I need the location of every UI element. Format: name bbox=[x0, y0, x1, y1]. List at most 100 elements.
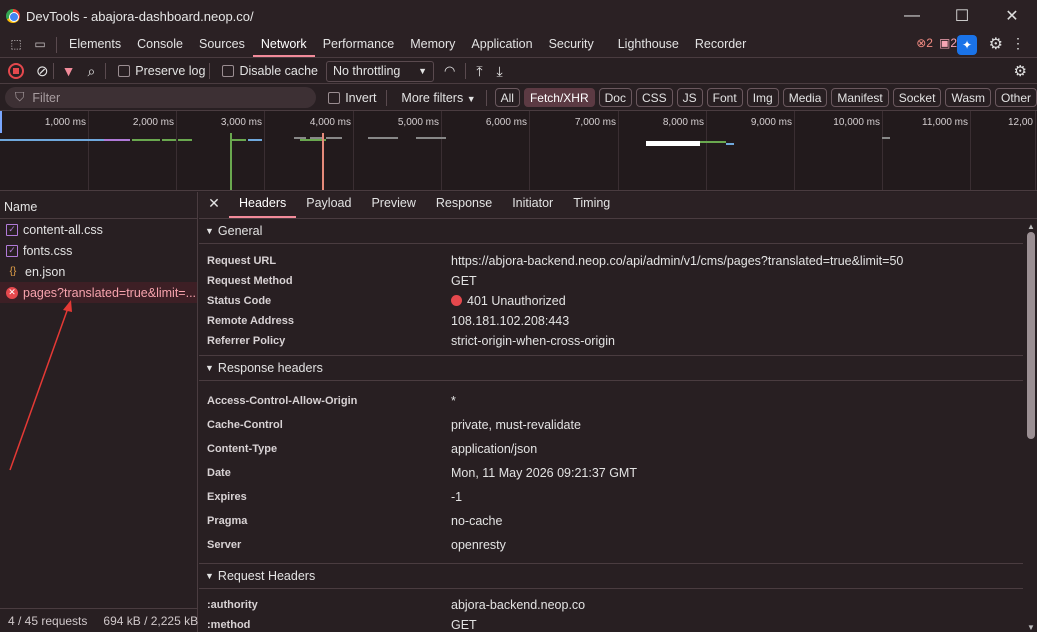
header-row: Referrer Policy strict-origin-when-cross-… bbox=[199, 331, 1023, 351]
maximize-button[interactable]: ☐ bbox=[937, 0, 987, 32]
invert-checkbox[interactable]: Invert bbox=[328, 91, 376, 105]
ai-assistance-icon[interactable]: ✦ bbox=[957, 35, 977, 55]
details-tab-initiator[interactable]: Initiator bbox=[502, 196, 563, 218]
header-key: Referrer Policy bbox=[207, 335, 286, 347]
response-headers-section-header[interactable]: ▼ Response headers bbox=[199, 356, 1023, 381]
request-name: content-all.css bbox=[23, 222, 103, 237]
import-har-icon[interactable]: ⤒ bbox=[476, 63, 482, 80]
request-row[interactable]: {} en.json bbox=[0, 261, 197, 282]
panel-tab-elements[interactable]: Elements bbox=[61, 31, 129, 57]
record-stop-icon[interactable] bbox=[8, 63, 24, 79]
header-value[interactable]: 108.181.102.208:443 bbox=[451, 314, 569, 328]
header-key: Status Code bbox=[207, 295, 272, 307]
type-filter-fetch-xhr[interactable]: Fetch/XHR bbox=[523, 88, 595, 107]
export-har-icon[interactable]: ⤓ bbox=[497, 63, 503, 80]
inspect-element-icon[interactable]: ⬚ bbox=[4, 31, 28, 57]
disable-cache-checkbox[interactable]: Disable cache bbox=[222, 64, 318, 78]
header-value[interactable]: https://abjora-backend.neop.co/api/admin… bbox=[451, 254, 903, 268]
header-value[interactable]: GET bbox=[451, 274, 477, 288]
general-section-header[interactable]: ▼ General bbox=[199, 219, 1023, 244]
details-scrollbar[interactable]: ▲ ▼ bbox=[1027, 222, 1035, 632]
type-filter-js[interactable]: JS bbox=[676, 88, 703, 107]
header-value[interactable]: private, must-revalidate bbox=[451, 418, 581, 432]
timeline-marker bbox=[322, 133, 324, 190]
request-row[interactable]: ✓ content-all.css bbox=[0, 219, 197, 240]
timeline-gridline bbox=[353, 111, 354, 190]
timeline-gridline bbox=[706, 111, 707, 190]
header-value[interactable]: Mon, 11 May 2026 09:21:37 GMT bbox=[451, 466, 637, 480]
type-filter-all[interactable]: All bbox=[494, 88, 520, 107]
filter-input[interactable]: ⛉ Filter bbox=[5, 87, 317, 108]
type-filter-manifest[interactable]: Manifest bbox=[831, 88, 889, 107]
type-filter-font[interactable]: Font bbox=[706, 88, 743, 107]
preserve-log-checkbox[interactable]: Preserve log bbox=[118, 64, 205, 78]
timeline-bar bbox=[416, 137, 446, 139]
more-filters-dropdown[interactable]: More filters ▼ bbox=[401, 91, 475, 105]
header-value[interactable]: -1 bbox=[451, 490, 462, 504]
type-filter-socket[interactable]: Socket bbox=[892, 88, 942, 107]
settings-gear-icon[interactable]: ⚙ bbox=[989, 34, 1003, 54]
details-tab-payload[interactable]: Payload bbox=[296, 196, 361, 218]
search-icon[interactable]: ⌕ bbox=[87, 63, 95, 80]
header-value[interactable]: GET bbox=[451, 618, 477, 632]
timeline-gridline bbox=[88, 111, 89, 190]
request-row[interactable]: ✓ fonts.css bbox=[0, 240, 197, 261]
network-conditions-icon[interactable]: ◠ bbox=[444, 63, 455, 79]
header-value[interactable]: 401 Unauthorized bbox=[451, 294, 566, 308]
panel-tab-performance[interactable]: Performance bbox=[315, 31, 403, 57]
timeline-bar bbox=[230, 139, 246, 141]
type-filter-css[interactable]: CSS bbox=[635, 88, 673, 107]
header-row: Content-Type application/json bbox=[199, 437, 1023, 461]
header-value[interactable]: abjora-backend.neop.co bbox=[451, 598, 585, 612]
close-window-button[interactable]: ✕ bbox=[987, 0, 1037, 32]
details-tab-response[interactable]: Response bbox=[426, 196, 502, 218]
name-column-header[interactable]: Name bbox=[0, 192, 197, 219]
panel-tab-recorder[interactable]: Recorder bbox=[687, 31, 754, 57]
network-settings-gear-icon[interactable]: ⚙ bbox=[1014, 62, 1027, 80]
timeline-gridline bbox=[970, 111, 971, 190]
general-title: General bbox=[217, 224, 263, 238]
panel-tab-sources[interactable]: Sources bbox=[191, 31, 253, 57]
panel-tab-security[interactable]: Security bbox=[541, 31, 602, 57]
device-toolbar-icon[interactable]: ▭ bbox=[28, 31, 52, 57]
details-tab-preview[interactable]: Preview bbox=[361, 196, 425, 218]
header-row: Pragma no-cache bbox=[199, 509, 1023, 533]
header-value[interactable]: application/json bbox=[451, 442, 537, 456]
network-overview-timeline[interactable]: 1,000 ms 2,000 ms 3,000 ms 4,000 ms 5,000 ms… bbox=[0, 111, 1037, 191]
panel-tab-memory[interactable]: Memory bbox=[402, 31, 463, 57]
scroll-up-icon[interactable]: ▲ bbox=[1027, 222, 1035, 231]
timeline-tick-label: 1,000 ms bbox=[44, 117, 86, 128]
error-count: 2 bbox=[926, 36, 933, 50]
type-filter-wasm[interactable]: Wasm bbox=[945, 88, 991, 107]
request-headers-section-header[interactable]: ▼ Request Headers bbox=[199, 564, 1023, 589]
clear-icon[interactable]: ⊘ bbox=[36, 62, 49, 80]
type-filter-img[interactable]: Img bbox=[746, 88, 779, 107]
header-key: Cache-Control bbox=[207, 419, 283, 431]
type-filter-doc[interactable]: Doc bbox=[598, 88, 632, 107]
panel-tabs-bar: ⬚ ▭ Elements Console Sources Network Perform… bbox=[0, 32, 1037, 58]
request-row[interactable]: ✕ pages?translated=true&limit=... bbox=[0, 282, 197, 303]
throttling-select[interactable]: No throttling ▼ bbox=[325, 60, 434, 82]
header-value[interactable]: openresty bbox=[451, 538, 506, 552]
filter-funnel-icon[interactable]: ▼ bbox=[62, 63, 76, 79]
close-details-icon[interactable]: ✕ bbox=[199, 195, 229, 218]
panel-tab-network[interactable]: Network bbox=[252, 31, 315, 57]
details-tab-headers[interactable]: Headers bbox=[229, 196, 297, 218]
type-filter-other[interactable]: Other bbox=[995, 88, 1037, 107]
header-value[interactable]: no-cache bbox=[451, 514, 502, 528]
header-value[interactable]: strict-origin-when-cross-origin bbox=[451, 334, 615, 348]
panel-tab-console[interactable]: Console bbox=[129, 31, 191, 57]
type-filter-media[interactable]: Media bbox=[782, 88, 828, 107]
issues-counter[interactable]: ⊗2 ▣2 bbox=[916, 36, 957, 50]
header-value[interactable]: * bbox=[451, 394, 456, 408]
request-details-panel: ✕ Headers Payload Preview Response Initiator… bbox=[199, 192, 1037, 632]
scroll-thumb[interactable] bbox=[1027, 232, 1035, 439]
more-menu-icon[interactable]: ⋮ bbox=[1011, 35, 1025, 52]
scroll-down-icon[interactable]: ▼ bbox=[1027, 623, 1035, 632]
header-row: Server openresty bbox=[199, 533, 1023, 557]
request-name: pages?translated=true&limit=... bbox=[23, 285, 197, 300]
panel-tab-application[interactable]: Application bbox=[463, 31, 540, 57]
minimize-button[interactable]: — bbox=[887, 0, 937, 32]
details-tab-timing[interactable]: Timing bbox=[563, 196, 620, 218]
panel-tab-lighthouse[interactable]: Lighthouse bbox=[610, 31, 687, 57]
